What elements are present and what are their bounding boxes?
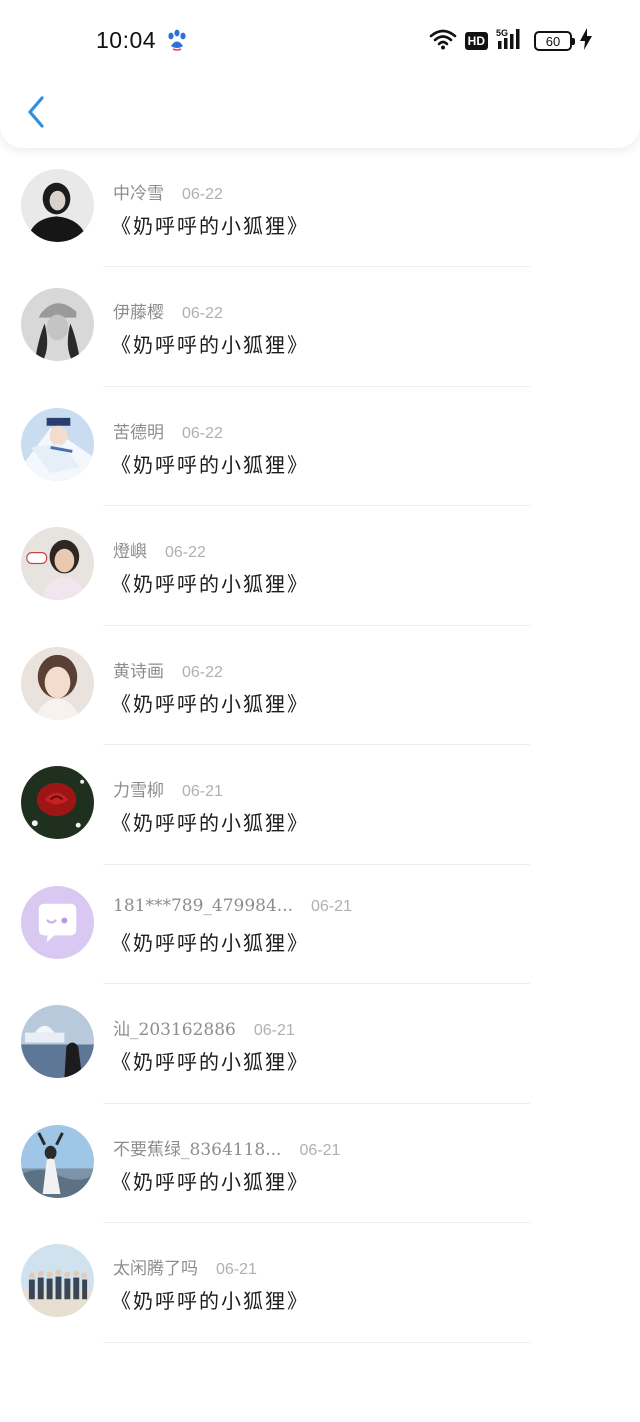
status-bar: 10:04 HD 5G 60	[0, 0, 640, 80]
list-item[interactable]: 伊藤樱 06-22 《奶呼呼的小狐狸》	[0, 267, 640, 387]
user-name[interactable]: 181***789_479984...	[113, 896, 293, 916]
list-item[interactable]: 苦德明 06-22 《奶呼呼的小狐狸》	[0, 387, 640, 506]
item-date: 06-22	[182, 424, 223, 442]
user-name[interactable]: 苦德明	[113, 418, 164, 443]
charging-bolt-icon	[580, 28, 592, 54]
status-indicators: HD 5G 60	[429, 28, 592, 54]
back-button[interactable]	[20, 92, 52, 132]
avatar-photo-girl[interactable]	[21, 527, 94, 600]
comment-list: 《奶呼呼的小狐狸》 中冷雪 06-22 《奶呼呼的小狐狸》 伊藤樱 06-22 …	[0, 49, 640, 1343]
user-name[interactable]: 不要蕉绿_8364118...	[113, 1135, 281, 1160]
item-message: 《奶呼呼的小狐狸》	[111, 572, 309, 596]
item-meta: 不要蕉绿_8364118... 06-21	[113, 1135, 341, 1160]
item-meta: 伊藤樱 06-22	[113, 298, 223, 323]
item-message: 《奶呼呼的小狐狸》	[111, 811, 309, 835]
item-meta: 苦德明 06-22	[113, 418, 223, 443]
item-date: 06-22	[182, 185, 223, 203]
item-date: 06-22	[165, 544, 206, 561]
item-message: 《奶呼呼的小狐狸》	[111, 213, 309, 238]
avatar-photo-face[interactable]	[21, 646, 94, 720]
item-message: 《奶呼呼的小狐狸》	[111, 1050, 309, 1074]
item-meta: 黄诗画 06-22	[113, 657, 223, 682]
battery-icon: 60	[534, 31, 575, 51]
paw-icon	[165, 28, 189, 52]
chevron-left-icon	[28, 96, 44, 128]
list-item[interactable]: 中冷雪 06-22 《奶呼呼的小狐狸》	[0, 148, 640, 267]
avatar-photo-anime[interactable]	[21, 407, 94, 481]
list-item[interactable]: 太闲腾了吗 06-21 《奶呼呼的小狐狸》	[0, 1223, 640, 1343]
signal-icon: 5G	[496, 27, 526, 55]
list-item[interactable]: 力雪柳 06-21 《奶呼呼的小狐狸》	[0, 745, 640, 865]
user-name[interactable]: 燈嶼	[113, 537, 147, 562]
wifi-icon	[429, 28, 457, 54]
status-time: 10:04	[96, 27, 157, 53]
list-item[interactable]: 汕_203162886 06-21 《奶呼呼的小狐狸》	[0, 984, 640, 1104]
avatar-default-chat-bubble[interactable]	[21, 885, 94, 959]
list-item[interactable]: 燈嶼 06-22 《奶呼呼的小狐狸》	[0, 506, 640, 626]
item-meta: 181***789_479984... 06-21	[113, 896, 352, 918]
avatar-photo-dark[interactable]	[21, 168, 94, 242]
user-name[interactable]: 中冷雪	[113, 179, 164, 204]
item-meta: 燈嶼 06-22	[113, 537, 206, 562]
user-name[interactable]: 力雪柳	[113, 776, 164, 801]
avatar-photo-cap[interactable]	[21, 288, 94, 361]
list-item[interactable]: 黄诗画 06-22 《奶呼呼的小狐狸》	[0, 626, 640, 745]
item-date: 06-21	[299, 1141, 341, 1159]
avatar-photo-sea[interactable]	[21, 1005, 94, 1078]
item-meta: 太闲腾了吗 06-21	[113, 1254, 257, 1279]
user-name[interactable]: 伊藤樱	[113, 298, 164, 323]
avatar-photo-rose[interactable]	[21, 766, 94, 839]
avatar-photo-sky[interactable]	[21, 1124, 94, 1198]
user-name[interactable]: 黄诗画	[113, 657, 164, 682]
item-date: 06-21	[311, 897, 352, 915]
item-meta: 汕_203162886 06-21	[113, 1015, 295, 1040]
item-message: 《奶呼呼的小狐狸》	[111, 452, 309, 477]
user-name[interactable]: 汕_203162886	[113, 1015, 236, 1040]
item-meta: 中冷雪 06-22	[113, 179, 223, 204]
hd-badge: HD	[464, 32, 488, 50]
item-message: 《奶呼呼的小狐狸》	[111, 333, 309, 357]
user-name[interactable]: 太闲腾了吗	[113, 1254, 198, 1279]
item-date: 06-21	[182, 783, 223, 800]
item-date: 06-21	[216, 1261, 257, 1278]
avatar-photo-group[interactable]	[21, 1244, 94, 1317]
item-message: 《奶呼呼的小狐狸》	[111, 691, 309, 716]
divider	[103, 1341, 530, 1343]
svg-text:5G: 5G	[496, 28, 508, 38]
item-date: 06-22	[182, 305, 223, 322]
list-item[interactable]: 181***789_479984... 06-21 《奶呼呼的小狐狸》	[0, 865, 640, 984]
item-message: 《奶呼呼的小狐狸》	[111, 1289, 309, 1313]
list-item[interactable]: 不要蕉绿_8364118... 06-21 《奶呼呼的小狐狸》	[0, 1104, 640, 1223]
item-meta: 力雪柳 06-21	[113, 776, 223, 801]
item-date: 06-22	[182, 663, 223, 681]
item-message: 《奶呼呼的小狐狸》	[111, 1169, 309, 1194]
item-message: 《奶呼呼的小狐狸》	[111, 930, 309, 955]
item-date: 06-21	[253, 1022, 295, 1039]
